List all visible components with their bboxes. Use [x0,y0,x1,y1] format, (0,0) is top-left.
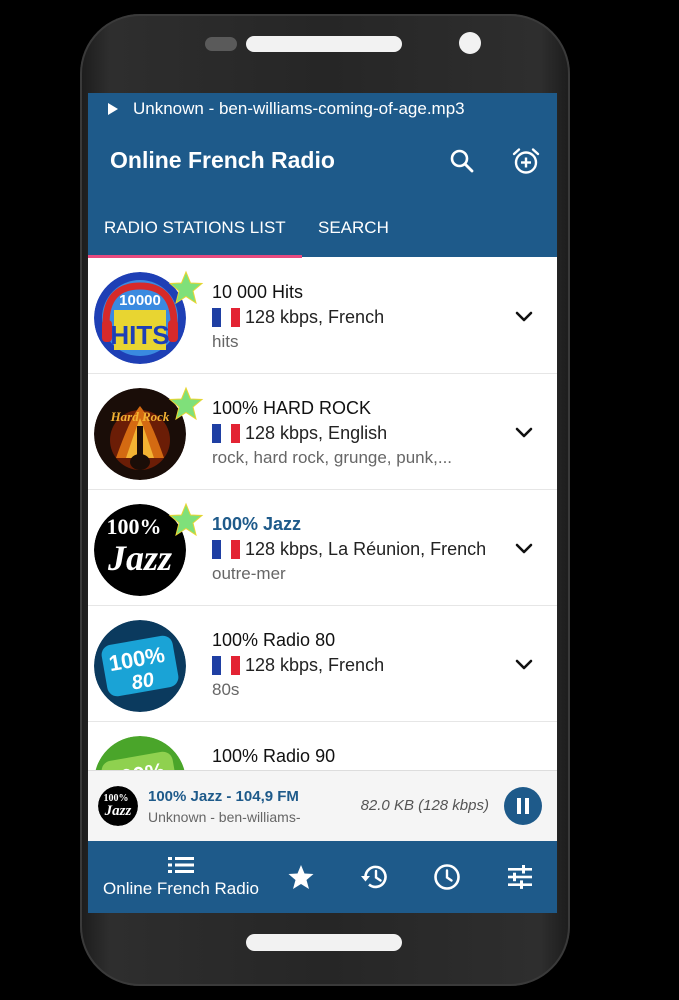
logo-text: Hard Rock [110,409,170,424]
proximity-sensor [205,37,237,51]
nav-favorites[interactable] [278,841,324,913]
station-tags: hits [212,332,239,351]
station-name: 100% HARD ROCK [212,398,372,418]
tab-radio-stations-list[interactable]: RADIO STATIONS LIST [104,199,286,257]
mini-logo-text: Jazz [104,803,132,819]
station-tags: rock, hard rock, grunge, punk,... [212,448,453,467]
station-bitrate-language: 128 kbps, English [245,422,388,443]
favorite-star-icon[interactable] [168,270,204,306]
station-name: 100% Radio 80 [212,630,336,650]
favorite-star-icon[interactable] [168,502,204,538]
play-icon[interactable] [108,103,118,115]
list-icon [168,857,194,873]
station-info: 128 kbps, French [212,306,384,328]
station-row[interactable]: 100% 80 100% Radio 80 128 kbps, French 8… [88,606,557,722]
station-bitrate-language: 128 kbps, La Réunion, French [245,538,487,559]
equalizer-icon [508,865,532,889]
flag-france-icon [212,539,240,559]
station-info: 128 kbps, La Réunion, French [212,538,486,560]
mini-player-size: 82.0 KB (128 kbps) [360,797,489,814]
nav-timer[interactable] [424,841,470,913]
chevron-down-icon[interactable] [512,304,536,328]
nav-equalizer[interactable] [497,841,543,913]
bottom-navigation: Online French Radio [88,841,557,913]
station-name: 100% Radio 90 [212,746,336,766]
earpiece-speaker [246,36,402,52]
flag-france-icon [212,423,240,443]
flag-france-icon [212,655,240,675]
now-playing-text: Unknown - ben-williams-coming-of-age.mp3 [133,99,465,118]
mini-player-title: 100% Jazz - 104,9 FM [148,788,299,805]
mini-player-logo: 100% Jazz [98,786,138,826]
favorite-star-icon[interactable] [168,386,204,422]
flag-france-icon [212,307,240,327]
alarm-add-icon[interactable] [508,143,544,179]
station-row[interactable]: Hard Rock 100% HARD ROCK 128 kbps, Engli… [88,374,557,490]
clock-icon [434,864,460,890]
mini-player-subtitle: Unknown - ben-williams- [148,809,301,825]
tab-search[interactable]: SEARCH [318,199,389,257]
app-title: Online French Radio [110,147,335,173]
station-list[interactable]: 10000 HITS 10 000 Hits 128 kbps, French … [88,258,557,770]
logo-top-text: 100% [107,514,162,539]
logo-text: HITS [110,320,169,350]
station-tags: outre-mer [212,564,286,583]
chevron-down-icon[interactable] [512,420,536,444]
chevron-down-icon[interactable] [512,536,536,560]
nav-label: Online French Radio [103,879,259,898]
nav-online-french-radio[interactable]: Online French Radio [96,841,266,913]
station-row[interactable]: 100% 90 100% Radio 90 [88,722,557,770]
star-icon [288,865,314,889]
mini-player[interactable]: 100% Jazz 100% Jazz - 104,9 FM Unknown -… [88,770,557,841]
pause-icon [517,798,529,814]
station-logo: 100% 90 [94,736,186,770]
chevron-down-icon[interactable] [512,652,536,676]
logo-text: Jazz [107,538,172,578]
station-bitrate-language: 128 kbps, French [245,306,385,327]
search-icon[interactable] [444,143,480,179]
logo-top-text: 10000 [119,292,161,309]
nav-history[interactable] [352,841,398,913]
front-camera [459,32,481,54]
app-toolbar: Online French Radio [88,125,557,199]
pause-button[interactable] [504,787,542,825]
app-screen: Unknown - ben-williams-coming-of-age.mp3… [88,93,557,913]
station-logo: 100% 80 [94,620,186,712]
station-name: 100% Jazz [212,514,302,534]
station-row[interactable]: 100% Jazz 100% Jazz 128 kbps, La Réunion… [88,490,557,606]
station-info: 128 kbps, French [212,654,384,676]
station-tags: 80s [212,680,240,699]
logo-text: 80 [130,669,156,695]
station-bitrate-language: 128 kbps, French [245,654,385,675]
station-row[interactable]: 10000 HITS 10 000 Hits 128 kbps, French … [88,258,557,374]
history-icon [361,865,387,889]
now-playing-bar[interactable]: Unknown - ben-williams-coming-of-age.mp3 [88,93,557,125]
station-info: 128 kbps, English [212,422,387,444]
tab-bar: RADIO STATIONS LIST SEARCH [88,199,557,257]
station-name: 10 000 Hits [212,282,304,302]
bottom-speaker [246,934,402,951]
